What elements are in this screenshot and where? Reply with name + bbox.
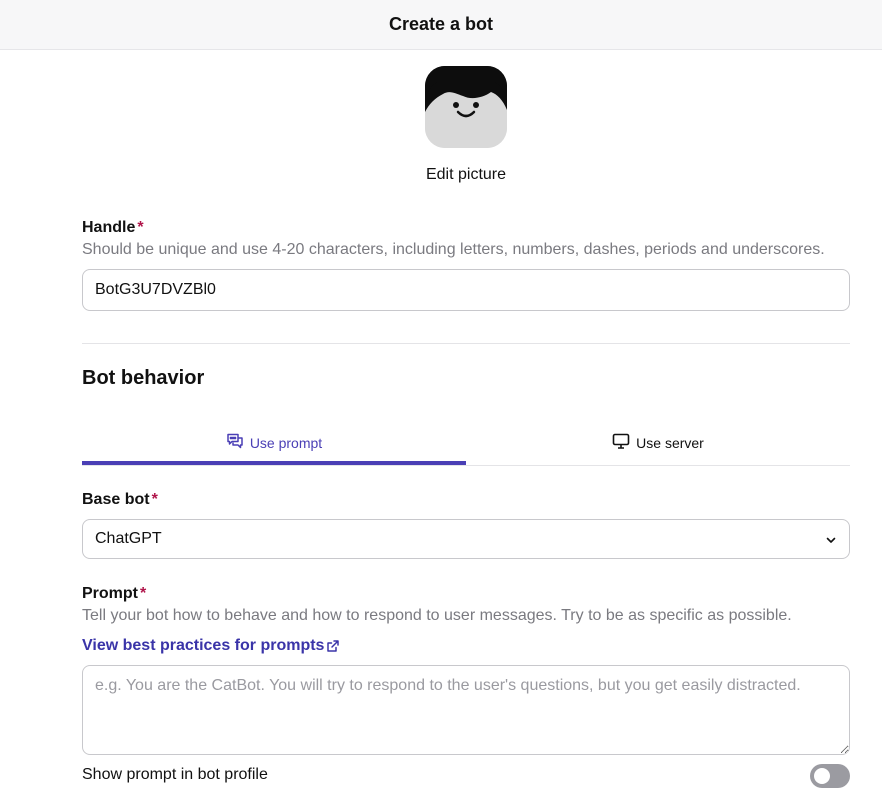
base-bot-selected-value: ChatGPT	[95, 530, 162, 547]
base-bot-label-text: Base bot	[82, 491, 150, 508]
chat-bubbles-icon	[226, 432, 244, 453]
tab-use-server-label: Use server	[636, 435, 704, 451]
handle-label: Handle *	[82, 219, 144, 237]
best-practices-link-text: View best practices for prompts	[82, 637, 325, 654]
tab-use-server[interactable]: Use server	[466, 420, 850, 464]
section-divider	[82, 343, 850, 344]
handle-hint: Should be unique and use 4-20 characters…	[82, 241, 825, 258]
prompt-textarea[interactable]	[82, 665, 850, 755]
monitor-icon	[612, 432, 630, 453]
required-mark: *	[137, 219, 144, 236]
handle-input[interactable]	[82, 269, 850, 311]
behavior-tabs: Use prompt Use server	[82, 420, 850, 466]
required-mark: *	[140, 585, 147, 602]
base-bot-select[interactable]: ChatGPT	[82, 519, 850, 559]
handle-label-text: Handle	[82, 219, 136, 236]
required-mark: *	[151, 491, 158, 508]
header-bar: Create a bot	[0, 0, 882, 50]
tab-use-prompt[interactable]: Use prompt	[82, 420, 466, 465]
prompt-label-text: Prompt	[82, 585, 138, 602]
external-link-icon	[326, 639, 340, 653]
face-avatar-icon	[425, 66, 507, 148]
edit-picture-button[interactable]: Edit picture	[380, 166, 552, 184]
chevron-down-icon	[825, 533, 837, 551]
base-bot-label: Base bot *	[82, 491, 158, 509]
show-prompt-toggle[interactable]	[810, 764, 850, 788]
tab-use-prompt-label: Use prompt	[249, 435, 323, 451]
avatar[interactable]	[425, 66, 507, 148]
bot-behavior-heading: Bot behavior	[82, 367, 205, 389]
page-title: Create a bot	[388, 14, 494, 34]
prompt-label: Prompt *	[82, 585, 146, 603]
show-prompt-label: Show prompt in bot profile	[82, 766, 268, 783]
best-practices-link[interactable]: View best practices for prompts	[82, 637, 340, 655]
toggle-knob	[814, 768, 830, 784]
prompt-hint: Tell your bot how to behave and how to r…	[82, 607, 792, 624]
